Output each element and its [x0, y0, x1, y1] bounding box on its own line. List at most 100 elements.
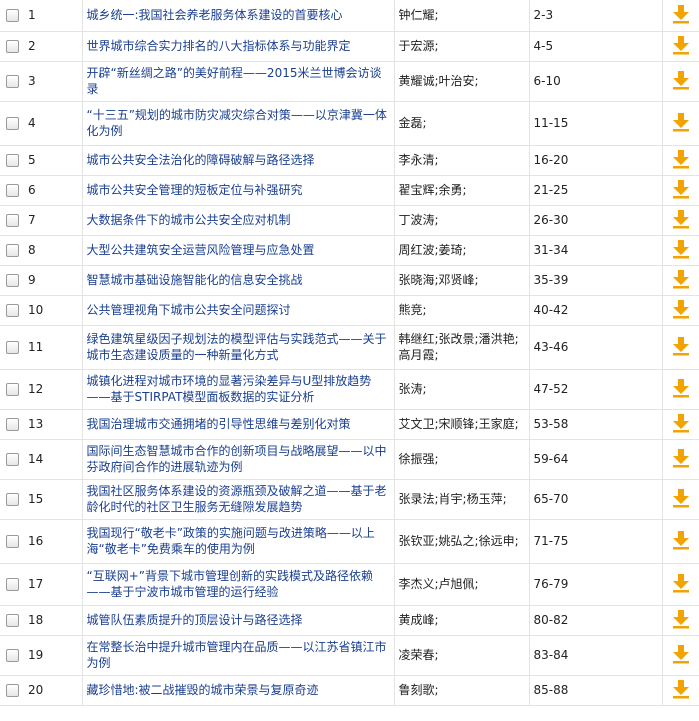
authors-cell: 鲁刻歌;	[394, 675, 530, 706]
title-cell: 在常整长治中提升城市管理内在品质——以江苏省镇江市为例	[82, 635, 395, 676]
download-button[interactable]	[672, 336, 690, 359]
article-title-link[interactable]: 国际间生态智慧城市合作的创新项目与战略展望——以中芬政府间合作的进展轨迹为例	[87, 444, 387, 474]
row-checkbox[interactable]	[5, 614, 19, 627]
pages-cell: 85-88	[529, 675, 663, 706]
row-checkbox[interactable]	[5, 649, 19, 662]
row-checkbox[interactable]	[5, 493, 19, 506]
article-title-link[interactable]: 我国社区服务体系建设的资源瓶颈及破解之道——基于老龄化时代的社区卫生服务无缝隙发…	[87, 484, 387, 514]
article-title-link[interactable]: 城市公共安全法治化的障碍破解与路径选择	[87, 153, 315, 167]
download-button[interactable]	[672, 530, 690, 553]
download-button[interactable]	[672, 573, 690, 596]
row-checkbox[interactable]	[5, 214, 19, 227]
download-button[interactable]	[672, 4, 690, 27]
row-checkbox[interactable]	[5, 184, 19, 197]
download-button[interactable]	[672, 299, 690, 322]
row-checkbox[interactable]	[5, 578, 19, 591]
download-button[interactable]	[672, 179, 690, 202]
article-title-link[interactable]: 在常整长治中提升城市管理内在品质——以江苏省镇江市为例	[87, 640, 387, 670]
download-button[interactable]	[672, 269, 690, 292]
row-number: 13	[24, 409, 83, 440]
download-button[interactable]	[672, 112, 690, 135]
pages-cell: 16-20	[529, 145, 663, 176]
row-number: 9	[24, 265, 83, 296]
row-checkbox[interactable]	[5, 341, 19, 354]
article-title-link[interactable]: 藏珍惜地:被二战摧毁的城市荣景与复原奇迹	[87, 683, 319, 697]
row-checkbox[interactable]	[5, 304, 19, 317]
download-cell	[662, 369, 699, 410]
row-checkbox[interactable]	[5, 418, 19, 431]
download-cell	[662, 295, 699, 326]
table-row: 4 “十三五”规划的城市防灾减灾综合对策——以京津冀一体化为例 金磊; 11-15	[0, 101, 699, 146]
download-button[interactable]	[672, 378, 690, 401]
download-arrow-icon	[672, 378, 689, 397]
row-number: 19	[24, 635, 83, 676]
article-title-link[interactable]: “互联网+”背景下城市管理创新的实践模式及路径依赖——基于宁波市城市管理的运行经…	[87, 569, 374, 599]
title-cell: “十三五”规划的城市防灾减灾综合对策——以京津冀一体化为例	[82, 101, 395, 146]
download-button[interactable]	[672, 239, 690, 262]
download-cell	[662, 519, 699, 564]
download-cell	[662, 145, 699, 176]
article-title-link[interactable]: 公共管理视角下城市公共安全问题探讨	[87, 303, 291, 317]
article-title-link[interactable]: 大数据条件下的城市公共安全应对机制	[87, 213, 291, 227]
title-cell: 我国社区服务体系建设的资源瓶颈及破解之道——基于老龄化时代的社区卫生服务无缝隙发…	[82, 479, 395, 520]
article-title-link[interactable]: 绿色建筑星级因子规划法的模型评估与实践范式——关于城市生态建设质量的一种新量化方…	[87, 332, 387, 362]
article-title-link[interactable]: 我国治理城市交通拥堵的引导性思维与差别化对策	[87, 417, 351, 431]
authors-cell: 李杰义;卢旭佩;	[394, 563, 530, 606]
article-title-link[interactable]: 世界城市综合实力排名的八大指标体系与功能界定	[87, 39, 351, 53]
download-button[interactable]	[672, 209, 690, 232]
download-arrow-icon	[672, 179, 689, 198]
pages-cell: 26-30	[529, 205, 663, 236]
select-cell	[0, 0, 24, 32]
download-button[interactable]	[672, 413, 690, 436]
row-checkbox[interactable]	[5, 684, 19, 697]
table-row: 7 大数据条件下的城市公共安全应对机制 丁波涛; 26-30	[0, 205, 699, 236]
row-checkbox[interactable]	[5, 75, 19, 88]
download-button[interactable]	[672, 70, 690, 93]
download-arrow-icon	[672, 239, 689, 258]
row-checkbox[interactable]	[5, 535, 19, 548]
select-cell	[0, 265, 24, 296]
title-cell: 绿色建筑星级因子规划法的模型评估与实践范式——关于城市生态建设质量的一种新量化方…	[82, 325, 395, 370]
article-title-link[interactable]: 城镇化进程对城市环境的显著污染差异与U型排放趋势——基于STIRPAT模型面板数…	[87, 374, 372, 404]
authors-cell: 于宏源;	[394, 31, 530, 62]
article-title-link[interactable]: 大型公共建筑安全运营风险管理与应急处置	[87, 243, 315, 257]
download-arrow-icon	[672, 679, 689, 698]
row-checkbox[interactable]	[5, 9, 19, 23]
download-button[interactable]	[672, 448, 690, 471]
download-button[interactable]	[672, 679, 690, 702]
table-row: 18 城管队伍素质提升的顶层设计与路径选择 黄成峰; 80-82	[0, 605, 699, 636]
select-cell	[0, 635, 24, 676]
row-checkbox[interactable]	[5, 244, 19, 257]
title-cell: 藏珍惜地:被二战摧毁的城市荣景与复原奇迹	[82, 675, 395, 706]
article-title-link[interactable]: 城市公共安全管理的短板定位与补强研究	[87, 183, 303, 197]
row-checkbox[interactable]	[5, 117, 19, 130]
table-row: 6 城市公共安全管理的短板定位与补强研究 翟宝辉;余勇; 21-25	[0, 175, 699, 206]
article-title-link[interactable]: 我国现行“敬老卡”政策的实施问题与改进策略——以上海“敬老卡”免费乘车的使用为例	[87, 526, 375, 556]
download-button[interactable]	[672, 149, 690, 172]
title-cell: 城管队伍素质提升的顶层设计与路径选择	[82, 605, 395, 636]
row-checkbox[interactable]	[5, 274, 19, 287]
table-row: 15 我国社区服务体系建设的资源瓶颈及破解之道——基于老龄化时代的社区卫生服务无缝…	[0, 479, 699, 520]
article-title-link[interactable]: 城管队伍素质提升的顶层设计与路径选择	[87, 613, 303, 627]
row-checkbox[interactable]	[5, 383, 19, 396]
row-checkbox[interactable]	[5, 154, 19, 167]
article-title-link[interactable]: 智慧城市基础设施智能化的信息安全挑战	[87, 273, 303, 287]
article-list-body: 1 城乡统一:我国社会养老服务体系建设的首要核心 钟仁耀; 2-3 2 世界城市综合实力排…	[0, 0, 699, 706]
download-button[interactable]	[672, 35, 690, 58]
download-button[interactable]	[672, 644, 690, 667]
download-button[interactable]	[672, 609, 690, 632]
select-cell	[0, 369, 24, 410]
row-checkbox[interactable]	[5, 40, 19, 53]
article-title-link[interactable]: “十三五”规划的城市防灾减灾综合对策——以京津冀一体化为例	[87, 108, 387, 138]
download-button[interactable]	[672, 488, 690, 511]
title-cell: 城乡统一:我国社会养老服务体系建设的首要核心	[82, 0, 395, 32]
row-number: 10	[24, 295, 83, 326]
row-number: 18	[24, 605, 83, 636]
row-checkbox[interactable]	[5, 453, 19, 466]
article-title-link[interactable]: 开辟“新丝绸之路”的美好前程——2015米兰世博会访谈录	[87, 66, 382, 96]
pages-cell: 71-75	[529, 519, 663, 564]
row-number: 15	[24, 479, 83, 520]
article-title-link[interactable]: 城乡统一:我国社会养老服务体系建设的首要核心	[87, 8, 343, 22]
authors-cell: 丁波涛;	[394, 205, 530, 236]
authors-cell: 凌荣春;	[394, 635, 530, 676]
